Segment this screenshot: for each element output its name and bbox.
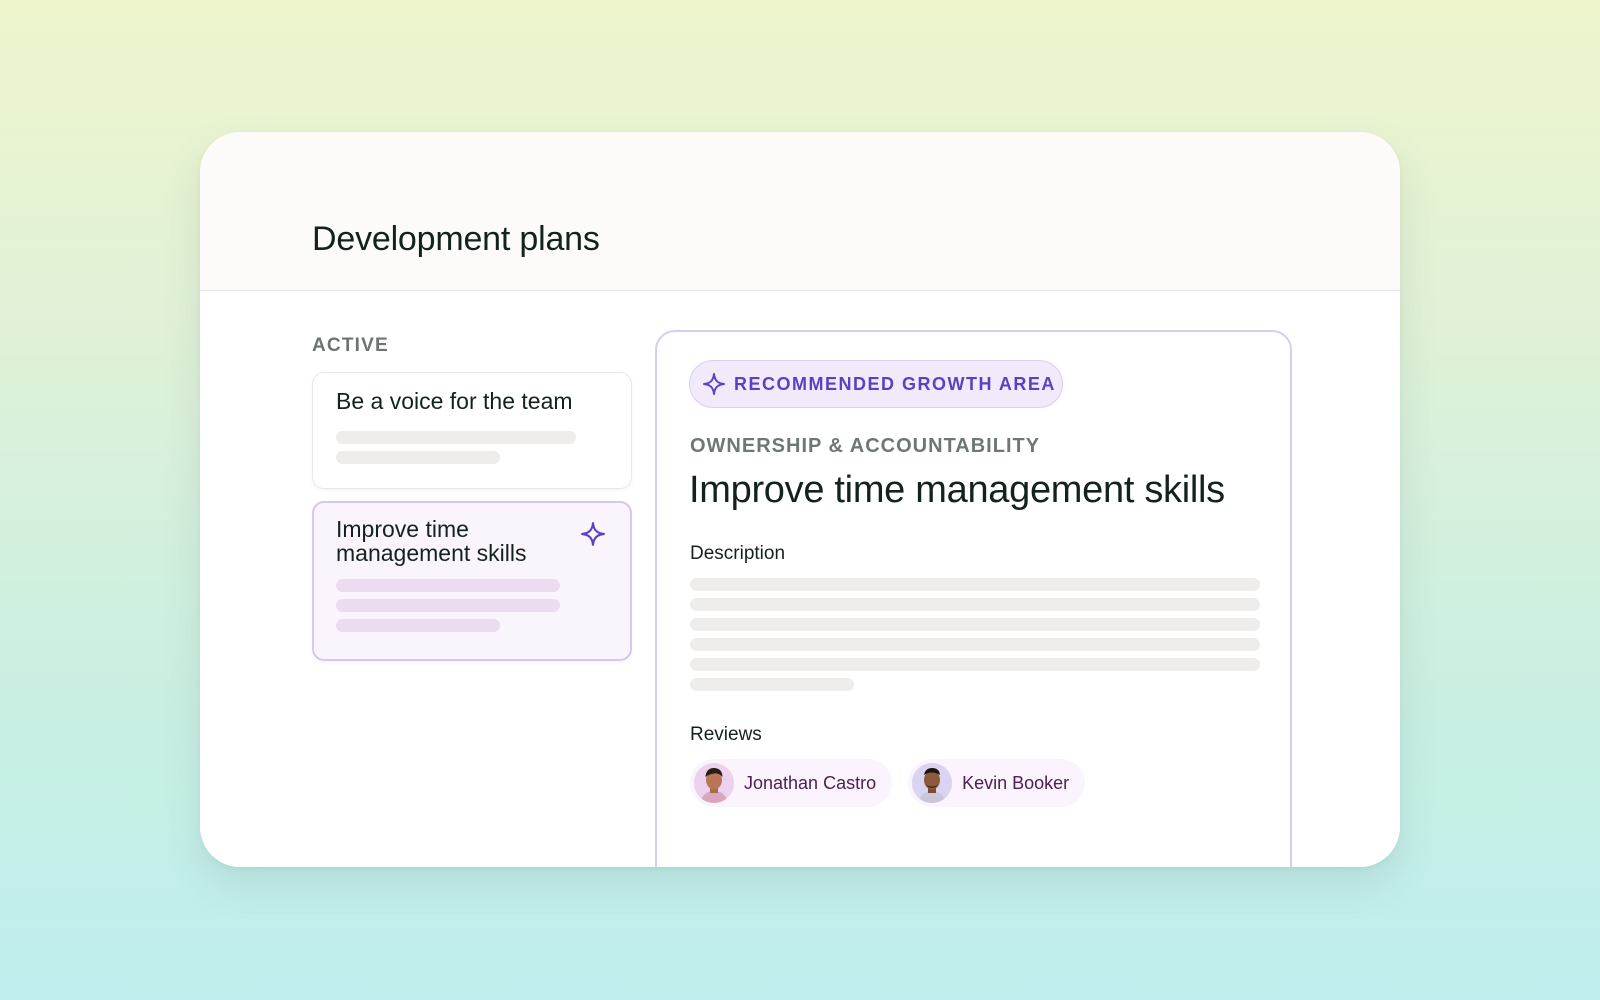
description-label: Description xyxy=(690,543,786,564)
description-placeholder-line xyxy=(690,678,854,691)
reviews-label: Reviews xyxy=(690,724,762,745)
text-placeholder-line xyxy=(336,579,560,592)
recommended-growth-area-badge: RECOMMENDED GROWTH AREA xyxy=(689,360,1063,408)
text-placeholder-line xyxy=(336,431,576,444)
plan-card-title: Be a voice for the team xyxy=(336,388,573,414)
development-plans-window: Development plans ACTIVE Be a voice for … xyxy=(200,132,1400,867)
description-placeholder-line xyxy=(690,638,1260,651)
reviewers-list: Jonathan Castro Kevin Booker xyxy=(690,759,1086,807)
plan-detail-title: Improve time management skills xyxy=(689,469,1225,511)
avatar xyxy=(912,763,953,803)
active-section-label: ACTIVE xyxy=(312,335,389,356)
description-placeholder-line xyxy=(690,598,1260,611)
plan-card-title: Improve time management skills xyxy=(336,516,527,566)
reviewer-chip[interactable]: Jonathan Castro xyxy=(690,759,893,807)
plan-card-voice-for-team[interactable]: Be a voice for the team xyxy=(312,372,632,489)
text-placeholder-line xyxy=(336,599,560,612)
text-placeholder-line xyxy=(336,451,500,464)
reviewer-name: Kevin Booker xyxy=(962,772,1070,793)
avatar xyxy=(694,763,734,803)
badge-label: RECOMMENDED GROWTH AREA xyxy=(734,373,1056,394)
plan-card-time-management-selected[interactable]: Improve time management skills xyxy=(312,501,632,661)
text-placeholder-line xyxy=(336,619,500,632)
page-header: Development plans xyxy=(200,132,1400,291)
plan-detail-panel: RECOMMENDED GROWTH AREA OWNERSHIP & ACCO… xyxy=(655,330,1292,867)
description-placeholder-line xyxy=(690,578,1260,591)
description-placeholder-line xyxy=(690,618,1260,631)
sparkle-icon xyxy=(581,522,605,546)
page-title: Development plans xyxy=(312,220,600,258)
reviewer-chip[interactable]: Kevin Booker xyxy=(908,759,1086,807)
plan-category: OWNERSHIP & ACCOUNTABILITY xyxy=(690,435,1041,457)
description-placeholder-line xyxy=(690,658,1260,671)
reviewer-name: Jonathan Castro xyxy=(744,772,877,793)
sparkle-icon xyxy=(703,373,725,395)
